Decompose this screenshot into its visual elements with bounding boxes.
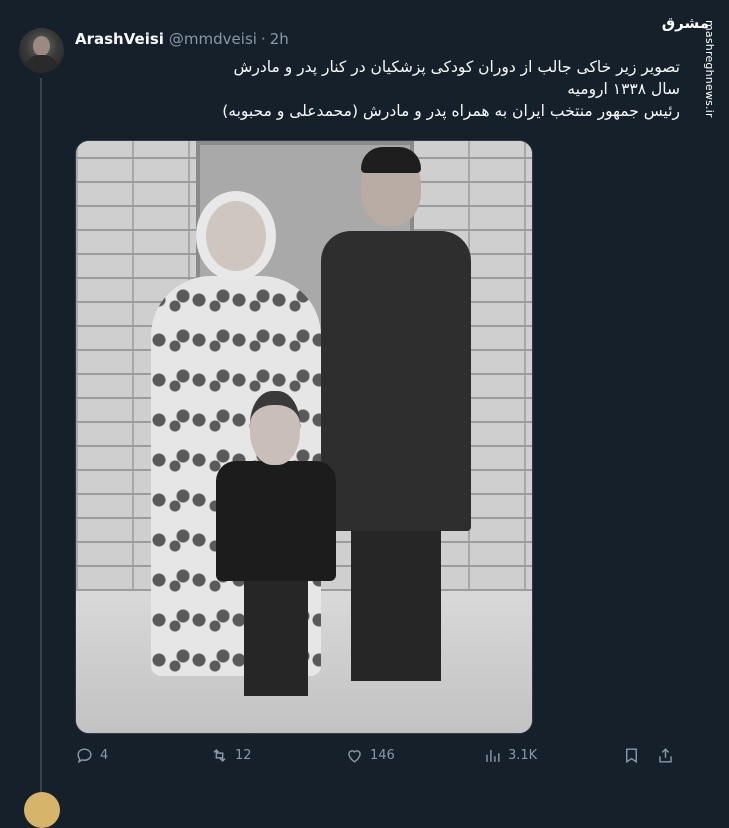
father-uniform <box>321 231 471 531</box>
timestamp[interactable]: 2h <box>270 30 289 48</box>
views-button[interactable]: 3.1K <box>483 746 537 765</box>
reply-icon <box>77 748 92 764</box>
views-icon <box>486 749 500 762</box>
father-figure <box>321 147 481 691</box>
thread-line <box>40 78 42 800</box>
tweet-text-line: رئیس جمهور منتخب ایران به همراه پدر و ما… <box>222 102 680 120</box>
father-hair <box>361 147 421 173</box>
display-name[interactable]: ArashVeisi <box>75 30 164 48</box>
action-bar: 4 12 146 3.1K <box>75 746 680 772</box>
child-sweater <box>216 461 336 581</box>
like-button[interactable]: 146 <box>345 746 395 765</box>
father-legs <box>351 521 441 681</box>
retweet-count: 12 <box>235 748 252 763</box>
separator-dot: · <box>260 30 266 48</box>
views-count: 3.1K <box>508 748 538 763</box>
watermark-logo: مشرق <box>661 14 709 32</box>
tweet-text-line: تصویر زیر خاکی جالب از دوران کودکی پزشکی… <box>233 58 681 76</box>
tweet-header: ArashVeisi @mmdveisi · 2h <box>75 30 289 48</box>
next-tweet-avatar[interactable] <box>24 792 60 828</box>
mother-head <box>196 191 276 281</box>
share-icon <box>659 748 672 763</box>
reply-button[interactable]: 4 <box>75 746 108 765</box>
child-head <box>250 391 300 465</box>
user-handle[interactable]: @mmdveisi <box>169 30 257 48</box>
reply-count: 4 <box>100 748 109 763</box>
child-figure <box>216 391 336 711</box>
share-button[interactable] <box>656 746 675 765</box>
retweet-icon <box>213 748 226 763</box>
bookmark-button[interactable] <box>622 746 641 765</box>
tweet-photo[interactable] <box>75 140 533 734</box>
like-count: 146 <box>370 748 395 763</box>
watermark: مشرق mashreghnews.ir <box>662 14 723 134</box>
tweet-text-line: سال ۱۳۳۸ ارومیه <box>567 80 680 98</box>
avatar[interactable] <box>19 28 64 73</box>
tweet-text: تصویر زیر خاکی جالب از دوران کودکی پزشکی… <box>80 56 680 122</box>
avatar-head <box>33 36 50 56</box>
retweet-button[interactable]: 12 <box>210 746 252 765</box>
bookmark-icon <box>626 748 637 764</box>
avatar-body <box>25 55 58 73</box>
heart-icon <box>348 750 361 763</box>
watermark-url: mashreghnews.ir <box>703 20 716 118</box>
child-legs <box>244 576 308 696</box>
